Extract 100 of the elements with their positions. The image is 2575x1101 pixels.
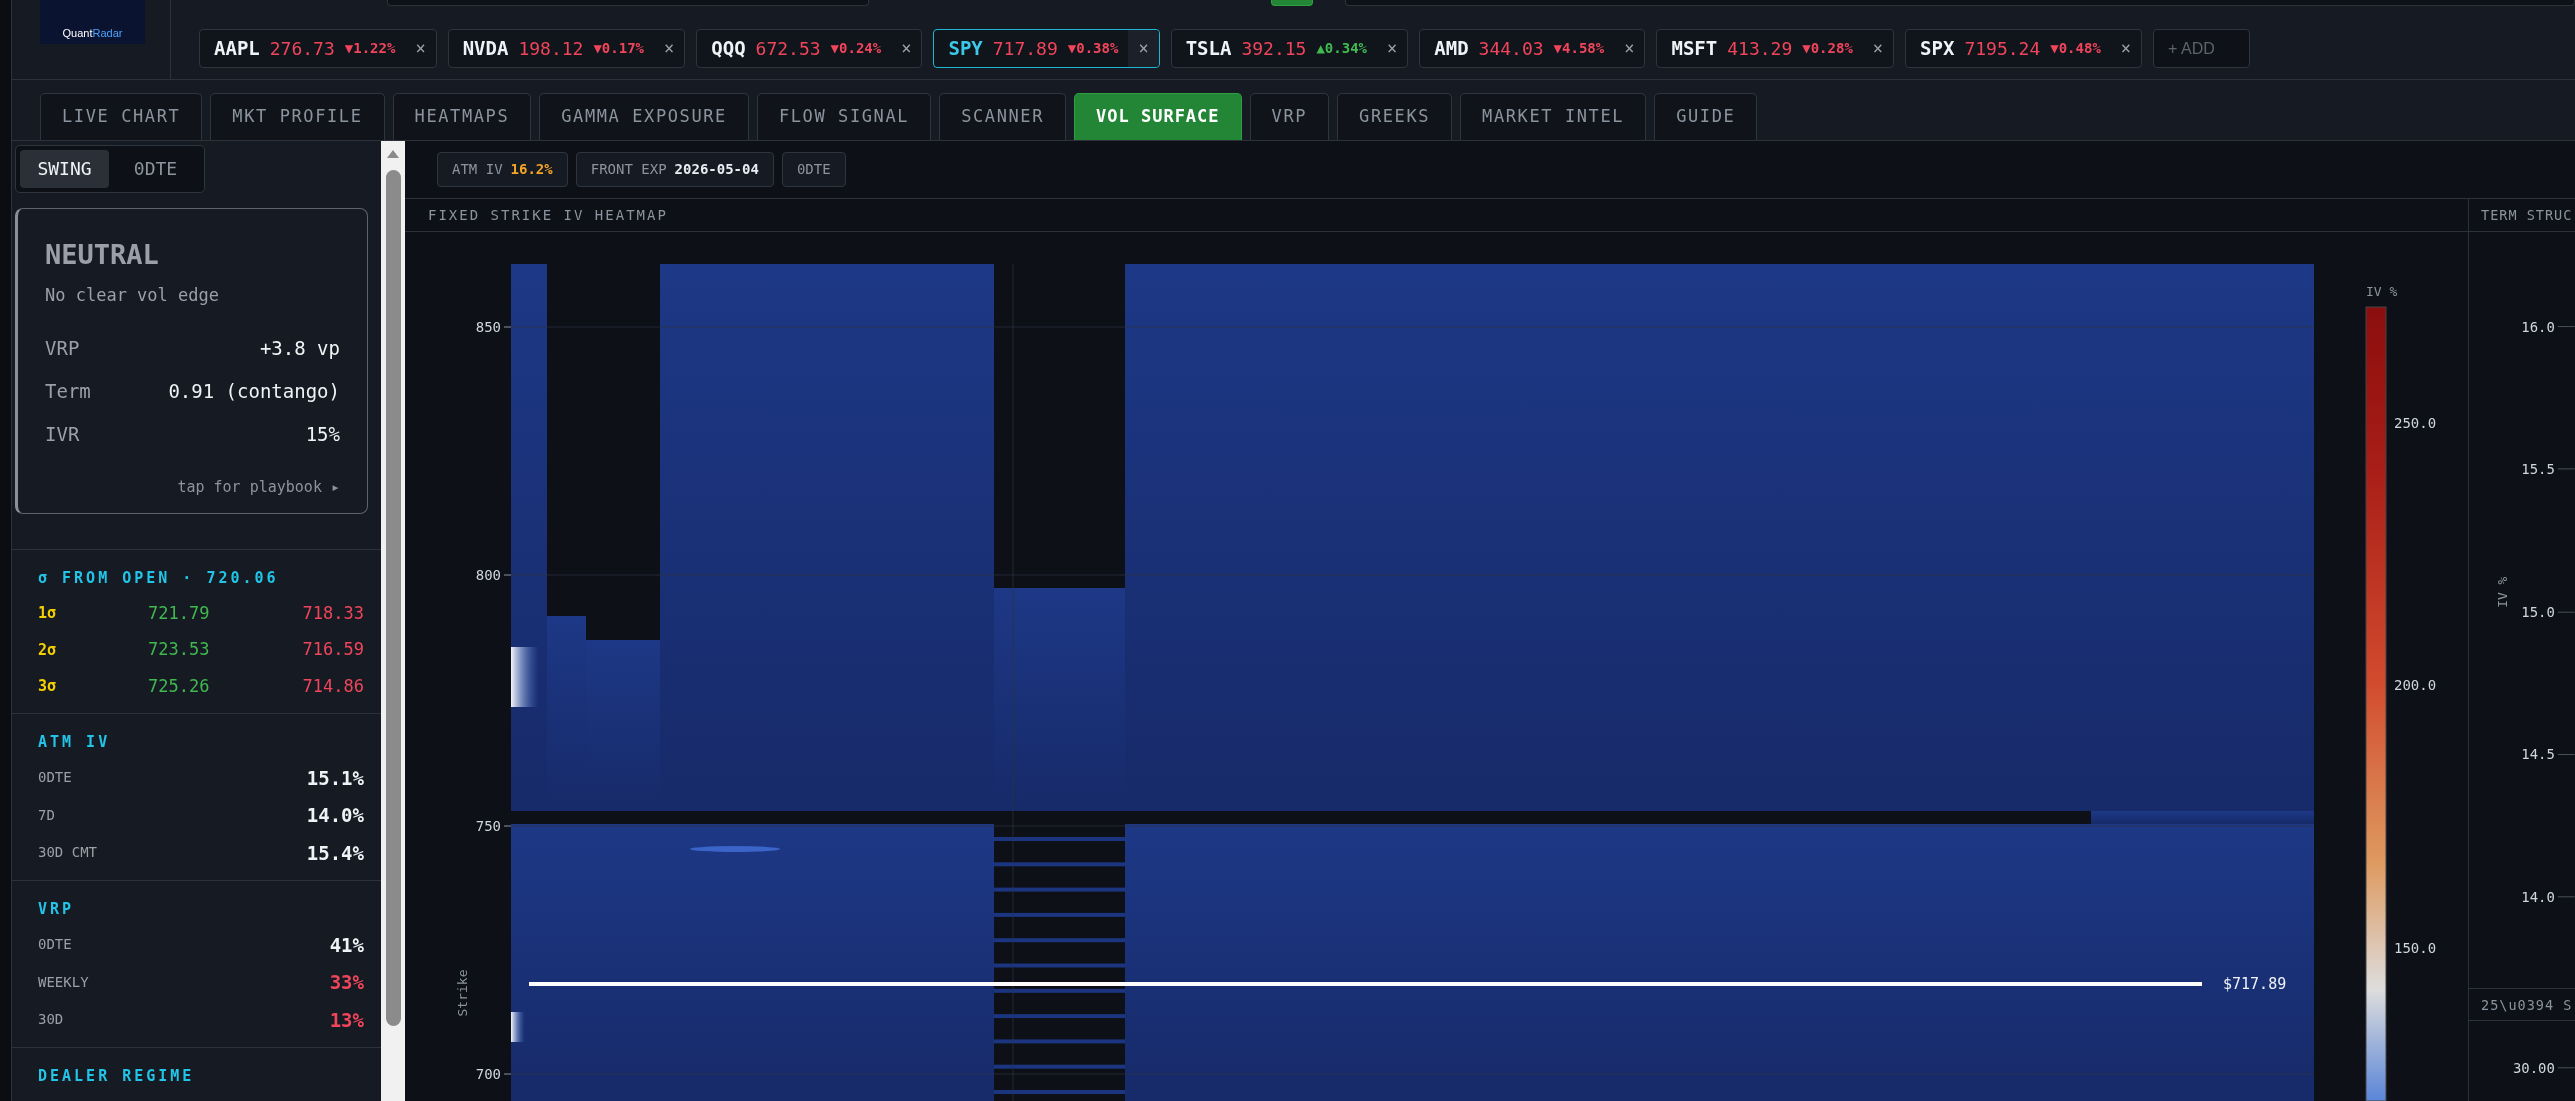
upper-band-value: 721.79 — [148, 601, 211, 625]
chip-label: FRONT EXP — [590, 160, 667, 179]
nav-tab[interactable]: LIVE CHART — [40, 93, 203, 140]
ticker-price: 413.29 — [1727, 37, 1793, 61]
nav-tab[interactable]: MARKET INTEL — [1460, 93, 1647, 140]
axis-title: IV % — [2495, 576, 2511, 608]
ticker-tab[interactable]: TSLA 392.15 ▲0.34% × — [1170, 29, 1409, 68]
close-button[interactable]: × — [405, 30, 436, 67]
lower-band-value: 716.59 — [302, 638, 364, 661]
axis-tick-label: 14.5 — [2521, 746, 2555, 763]
ticker-symbol: TSLA — [1185, 36, 1232, 62]
ticker-price: 392.15 — [1241, 37, 1307, 61]
upper-band-value: 723.53 — [148, 638, 211, 661]
scrollbar[interactable] — [381, 141, 405, 1101]
axis-tick-label: 700 — [475, 1066, 501, 1082]
mode-option[interactable]: SWING — [20, 150, 109, 188]
section-title: σ FROM OPEN · 720.06 — [38, 567, 280, 589]
header-button[interactable] — [1271, 0, 1313, 6]
sigma-label: 3σ — [38, 676, 58, 697]
header-field[interactable] — [387, 0, 869, 6]
ticker-tab[interactable]: SPY 717.89 ▼0.38% × — [933, 29, 1160, 68]
close-button[interactable]: × — [1128, 30, 1159, 67]
metric-label: 7D — [38, 805, 55, 825]
ticker-symbol: SPX — [1920, 36, 1955, 62]
metric-value: 0.91 (contango) — [168, 379, 340, 404]
ticker-price: 717.89 — [992, 37, 1058, 61]
ticker-tab[interactable]: MSFT 413.29 ▼0.28% × — [1656, 29, 1895, 68]
metric-value: 14.0% — [306, 803, 364, 828]
mode-option[interactable]: 0DTE — [111, 150, 200, 188]
nav-tab[interactable]: VOL SURFACE — [1074, 93, 1242, 140]
ticker-change: ▼0.48% — [2050, 39, 2101, 58]
metric-value: 15.4% — [306, 840, 364, 866]
ticker-tab[interactable]: AMD 344.03 ▼4.58% × — [1419, 29, 1646, 68]
signal-card[interactable]: NEUTRAL No clear vol edge VRP +3.8 vp Term 0.91 (contango) IVR 15% tap for playbook ▸ — [15, 207, 368, 515]
metric-label: 30D — [38, 1010, 64, 1030]
close-button[interactable]: × — [1862, 30, 1894, 67]
scale-tick-label: 250.0 — [2394, 415, 2437, 431]
axis-tick-label: 850 — [475, 319, 501, 335]
logo: QuantRadar — [40, 0, 145, 44]
close-button[interactable]: × — [654, 30, 685, 67]
spot-price-label: $717.89 — [2223, 975, 2287, 993]
sigma-label: 2σ — [38, 639, 58, 661]
lower-band-value: 714.86 — [302, 674, 364, 698]
metric-value: 33% — [329, 970, 364, 995]
nav-tab[interactable]: GAMMA EXPOSURE — [539, 93, 749, 140]
ticker-symbol: AMD — [1434, 36, 1469, 62]
metric-label: Term — [45, 379, 91, 404]
ticker-change: ▼0.38% — [1067, 39, 1119, 58]
signal-subtitle: No clear vol edge — [45, 284, 220, 308]
ticker-price: 198.12 — [518, 37, 584, 61]
ticker-symbol: NVDA — [462, 36, 509, 62]
nav-tab[interactable]: GREEKS — [1337, 93, 1453, 140]
nav-tab[interactable]: SCANNER — [939, 93, 1066, 140]
metric-label: 0DTE — [38, 768, 72, 788]
nav-tab[interactable]: HEATMAPS — [392, 93, 532, 140]
header-field[interactable] — [1345, 0, 2575, 6]
panel-title: 25\u0394 S — [2469, 988, 2575, 1022]
ticker-change: ▼0.28% — [1802, 39, 1853, 58]
close-button[interactable]: × — [1614, 30, 1645, 67]
scale-tick-label: 150.0 — [2394, 940, 2437, 956]
lower-band-value: 718.33 — [302, 601, 364, 625]
ticker-symbol: SPY — [948, 36, 983, 62]
ticker-change: ▼1.22% — [344, 39, 396, 58]
metric-label: VRP — [45, 336, 80, 361]
signal-title: NEUTRAL — [45, 237, 160, 272]
axis-tick-label: 15.5 — [2521, 460, 2555, 477]
metric-label: 0DTE — [38, 935, 72, 955]
ticker-tab[interactable]: NVDA 198.12 ▼0.17% × — [447, 29, 686, 68]
nav-tab[interactable]: GUIDE — [1654, 93, 1758, 140]
ticker-symbol: MSFT — [1671, 36, 1718, 62]
ticker-price: 276.73 — [269, 37, 335, 61]
axis-title: Strike — [455, 969, 470, 1017]
nav-tab[interactable]: FLOW SIGNAL — [756, 93, 932, 140]
metric-value: 15.1% — [306, 765, 364, 791]
section-title: DEALER REGIME — [38, 1065, 196, 1087]
ticker-tab[interactable]: SPX 7195.24 ▼0.48% × — [1905, 29, 2143, 68]
ticker-change: ▲0.34% — [1316, 39, 1367, 58]
ticker-change: ▼0.17% — [593, 39, 644, 58]
metric-label: 30D CMT — [38, 843, 97, 863]
ticker-tab[interactable]: AAPL 276.73 ▼1.22% × — [199, 29, 437, 68]
nav-tab[interactable]: MKT PROFILE — [210, 93, 385, 140]
panel-title: FIXED STRIKE IV HEATMAP — [405, 199, 2468, 232]
scale-title: IV % — [2366, 284, 2398, 299]
scale-tick-label: 200.0 — [2394, 677, 2437, 693]
heatmap-hot-spot — [511, 647, 539, 707]
ticker-change: ▼4.58% — [1553, 39, 1605, 58]
panel-title: TERM STRUC — [2469, 199, 2575, 232]
close-button[interactable]: × — [891, 30, 922, 67]
playbook-link[interactable]: tap for playbook ▸ — [45, 475, 340, 499]
ticker-symbol: QQQ — [711, 36, 746, 62]
section-title: VRP — [38, 898, 76, 920]
close-button[interactable]: × — [2110, 30, 2142, 67]
axis-tick-label: 14.0 — [2521, 888, 2555, 905]
metric-label: IVR — [45, 422, 80, 447]
ticker-tab[interactable]: QQQ 672.53 ▼0.24% × — [696, 29, 923, 68]
metric-label: WEEKLY — [38, 972, 89, 992]
nav-tab[interactable]: VRP — [1249, 93, 1330, 140]
chip-label: 0DTE — [796, 160, 831, 179]
section-title: ATM IV — [38, 731, 112, 753]
close-button[interactable]: × — [1377, 30, 1408, 67]
